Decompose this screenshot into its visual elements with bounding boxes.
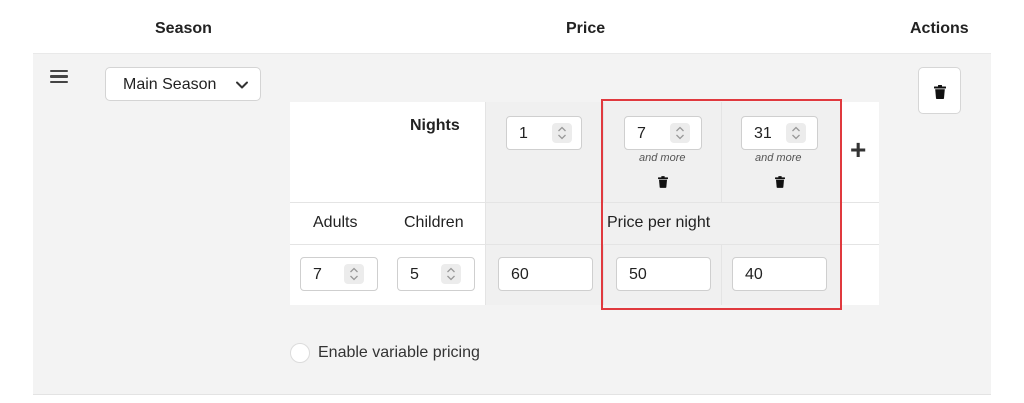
enable-variable-pricing-radio[interactable] — [290, 343, 310, 363]
children-value: 5 — [410, 266, 419, 283]
chevron-down-icon — [236, 81, 248, 89]
delete-season-button[interactable] — [918, 67, 961, 114]
column-header-actions: Actions — [910, 20, 969, 37]
adults-value: 7 — [313, 266, 322, 283]
column-header-price: Price — [566, 20, 606, 37]
spinner-arrows-icon[interactable] — [344, 264, 364, 284]
nights-input[interactable]: 1 — [506, 116, 582, 150]
row-divider — [33, 394, 991, 395]
trash-icon — [934, 85, 946, 99]
grid-line — [485, 102, 486, 305]
adults-label: Adults — [313, 214, 358, 231]
spinner-arrows-icon[interactable] — [441, 264, 461, 284]
column-header-season: Season — [155, 20, 212, 37]
children-label: Children — [404, 214, 464, 231]
season-select-value: Main Season — [123, 76, 217, 93]
children-input[interactable]: 5 — [397, 257, 475, 291]
adults-input[interactable]: 7 — [300, 257, 378, 291]
drag-handle-icon[interactable] — [50, 70, 68, 84]
price-input[interactable]: 60 — [498, 257, 593, 291]
season-select[interactable]: Main Season — [105, 67, 261, 101]
nights-label: Nights — [410, 117, 460, 134]
spinner-arrows-icon[interactable] — [552, 123, 572, 143]
nights-value: 1 — [519, 125, 528, 142]
enable-variable-pricing-label[interactable]: Enable variable pricing — [318, 344, 480, 362]
highlight-box — [601, 99, 842, 310]
add-night-column-button[interactable]: + — [850, 134, 866, 166]
